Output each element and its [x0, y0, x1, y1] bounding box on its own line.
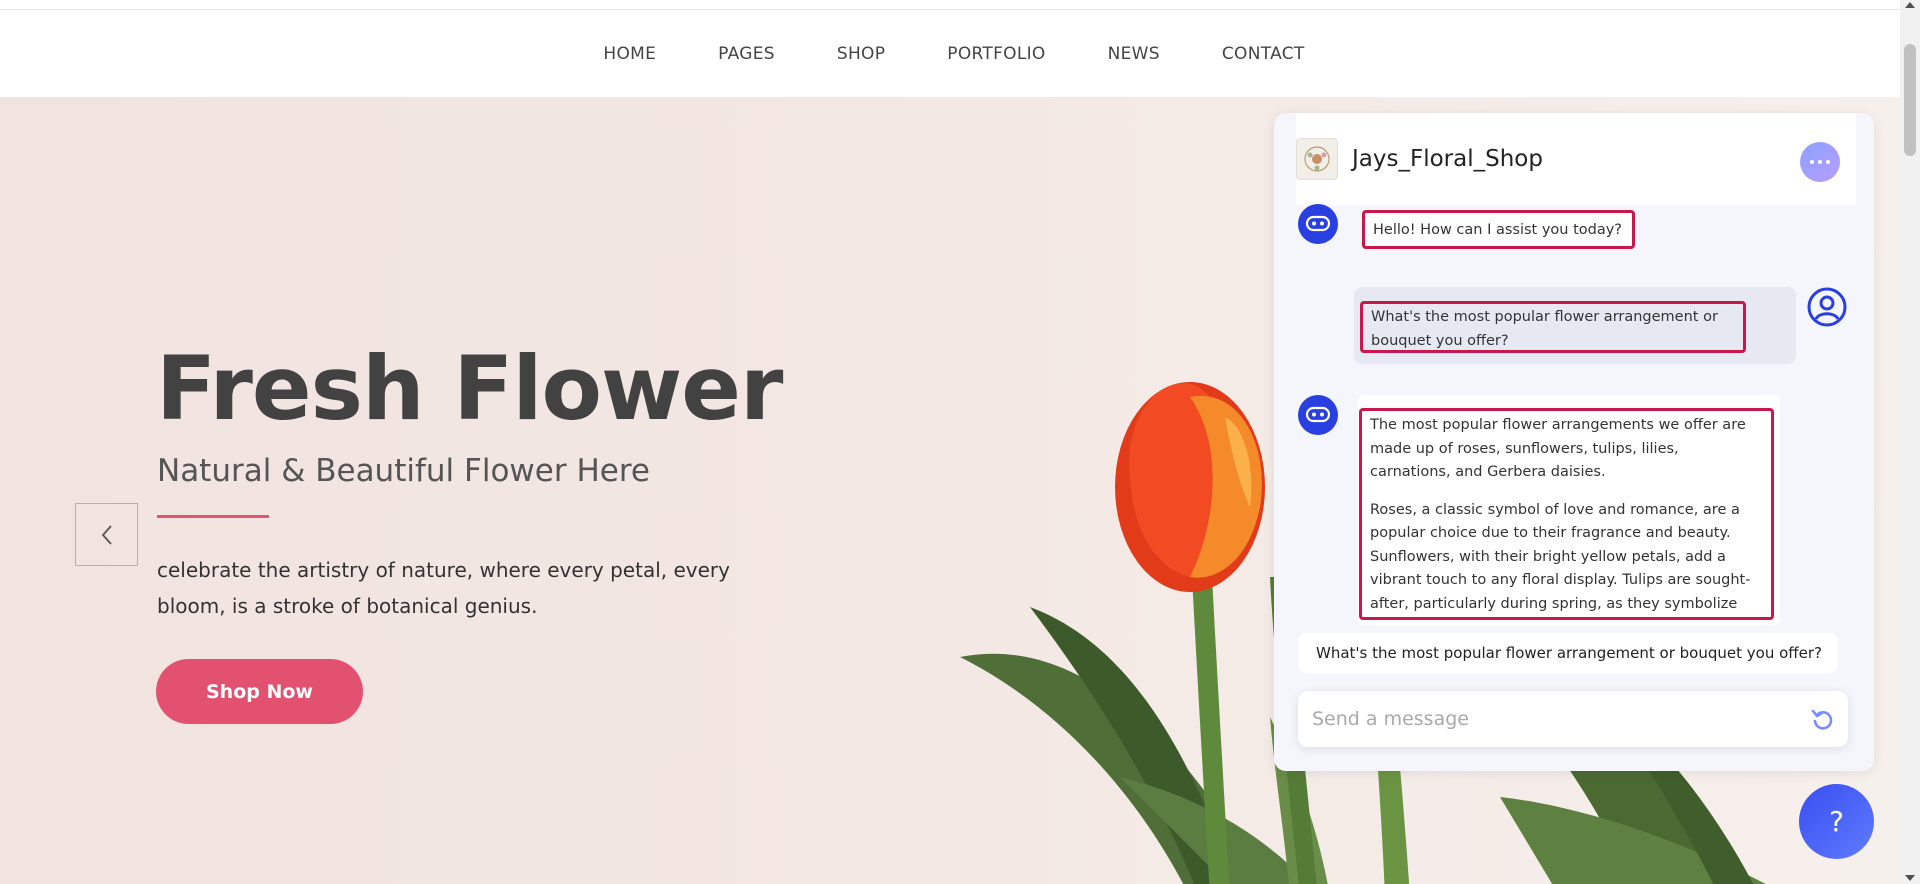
answer-paragraph-2: Roses, a classic symbol of love and roma…: [1370, 501, 1751, 612]
bot-message-answer: The most popular flower arrangements we …: [1359, 408, 1774, 620]
nav-item-portfolio[interactable]: PORTFOLIO: [916, 44, 1076, 64]
scroll-up-arrow-icon[interactable]: [1905, 2, 1915, 8]
chat-header: Jays_Floral_Shop: [1296, 113, 1856, 205]
user-message: What's the most popular flower arrangeme…: [1360, 301, 1746, 353]
nav-item-news[interactable]: NEWS: [1077, 44, 1191, 64]
bot-message-greeting: Hello! How can I assist you today?: [1362, 210, 1635, 249]
bot-avatar: [1298, 395, 1338, 435]
bot-icon: [1305, 406, 1331, 423]
more-horizontal-icon: [1810, 160, 1830, 164]
user-icon: [1807, 287, 1847, 327]
shop-logo: [1296, 138, 1338, 180]
bot-avatar: [1298, 204, 1338, 244]
chevron-left-icon: [101, 524, 112, 545]
hero-divider: [157, 515, 269, 518]
main-navbar: HOME PAGES SHOP PORTFOLIO NEWS CONTACT: [0, 10, 1900, 97]
chat-title: Jays_Floral_Shop: [1352, 146, 1543, 172]
hero-subtitle: Natural & Beautiful Flower Here: [157, 453, 650, 489]
message-input-box: [1298, 691, 1848, 747]
scroll-down-arrow-icon[interactable]: [1905, 875, 1915, 881]
shop-now-button[interactable]: Shop Now: [156, 659, 363, 724]
answer-paragraph-1: The most popular flower arrangements we …: [1370, 417, 1746, 480]
message-input[interactable]: [1312, 703, 1792, 735]
hero-title: Fresh Flower: [156, 337, 783, 440]
floral-logo-icon: [1304, 146, 1330, 172]
chat-widget: Jays_Floral_Shop Hello! How can I assist…: [1274, 113, 1874, 771]
nav-item-contact[interactable]: CONTACT: [1191, 44, 1336, 64]
page-scrollbar[interactable]: [1900, 0, 1920, 884]
refresh-icon[interactable]: [1810, 706, 1836, 732]
scrollbar-thumb[interactable]: [1904, 44, 1916, 156]
help-button[interactable]: ?: [1799, 784, 1874, 859]
suggested-question[interactable]: What's the most popular flower arrangeme…: [1298, 633, 1838, 673]
nav-item-shop[interactable]: SHOP: [806, 44, 916, 64]
nav-list: HOME PAGES SHOP PORTFOLIO NEWS CONTACT: [572, 44, 1335, 64]
nav-item-home[interactable]: HOME: [572, 44, 687, 64]
bot-icon: [1305, 215, 1331, 232]
top-strip: [0, 0, 1900, 10]
nav-item-pages[interactable]: PAGES: [687, 44, 806, 64]
hero-description: celebrate the artistry of nature, where …: [157, 558, 730, 618]
slider-prev-button[interactable]: [75, 503, 138, 566]
chat-menu-button[interactable]: [1800, 142, 1840, 182]
